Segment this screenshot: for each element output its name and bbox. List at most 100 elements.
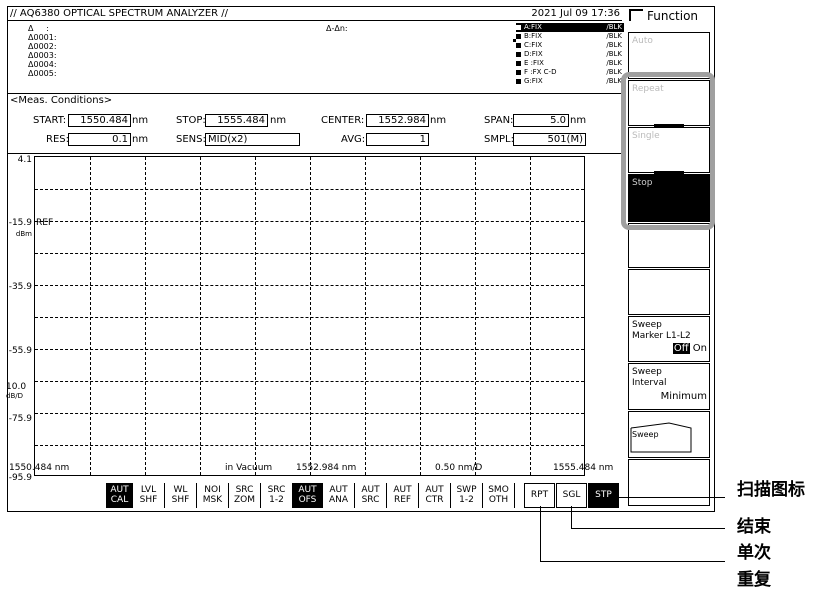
stop-unit: nm	[270, 115, 287, 126]
tool-swp-12[interactable]: SWP 1-2	[451, 483, 483, 508]
span-label: SPAN:	[484, 115, 514, 126]
tool-aut-ana[interactable]: AUT ANA	[323, 483, 355, 508]
gridline-v	[310, 157, 311, 475]
gridline-v	[255, 157, 256, 475]
gridline-v	[145, 157, 146, 475]
sens-label: SENS:	[176, 134, 206, 145]
marker-row: Δ0004:	[28, 60, 57, 69]
tool-src-zom[interactable]: SRC ZOM	[229, 483, 261, 508]
tool-src-12[interactable]: SRC 1-2	[261, 483, 293, 508]
tool-wl-shf[interactable]: WL SHF	[165, 483, 197, 508]
dbm-unit: dBm	[15, 230, 32, 238]
leader-line	[571, 506, 572, 528]
trace-item-e[interactable]: E :FIX/BLK	[516, 59, 624, 68]
leader-line	[571, 528, 725, 529]
marker-list: Δ : Δ0001: Δ0002: Δ0003: Δ0004: Δ0005:	[28, 24, 57, 78]
rpt-button[interactable]: RPT	[524, 483, 555, 508]
gridline-v	[90, 157, 91, 475]
gridline-v	[365, 157, 366, 475]
span-unit: nm	[570, 115, 587, 126]
tool-aut-ctr[interactable]: AUT CTR	[419, 483, 451, 508]
folder-tab-icon	[630, 422, 692, 453]
trace-item-f[interactable]: F :FX C-D/BLK	[516, 68, 624, 77]
x-div-label: 0.50 nm/D	[435, 463, 483, 473]
softkey-blank-3[interactable]	[628, 459, 710, 506]
gridline-v	[475, 157, 476, 475]
softkey-sweep-marker[interactable]: Sweep Marker L1-L2 Off On	[628, 316, 710, 362]
tool-aut-ref[interactable]: AUT REF	[387, 483, 419, 508]
sens-field[interactable]: MID(x2)	[205, 133, 300, 146]
trace-item-d[interactable]: D:FIX/BLK	[516, 50, 624, 59]
y-tick-label: -75.9	[8, 414, 32, 424]
stop-label: STOP:	[176, 115, 206, 126]
function-label: Function	[647, 9, 699, 23]
delta-symbol: Δ	[28, 24, 34, 33]
leader-line	[605, 497, 725, 498]
trace-item-a[interactable]: A:FIX/BLK	[516, 23, 624, 32]
tool-aut-src[interactable]: AUT SRC	[355, 483, 387, 508]
tool-aut-ofs[interactable]: AUT OFS	[293, 483, 323, 508]
start-field[interactable]: 1550.484	[68, 114, 131, 127]
annotation-single: 单次	[737, 543, 771, 563]
annotation-sweep-icon: 扫描图标	[737, 480, 805, 500]
span-field[interactable]: 5.0	[513, 114, 569, 127]
marker-row: Δ0002:	[28, 42, 57, 51]
y-tick-label: -95.9	[8, 473, 32, 483]
marker-panel: Δ : Δ0001: Δ0002: Δ0003: Δ0004: Δ0005: Δ…	[8, 21, 624, 94]
meas-conditions: <Meas. Conditions> START: 1550.484 nm ST…	[8, 93, 622, 153]
trace-item-g[interactable]: G:FIX/BLK	[516, 77, 624, 86]
trace-item-c[interactable]: C:FIX/BLK	[516, 41, 624, 50]
x-stop-label: 1555.484 nm	[553, 463, 614, 473]
softkey-sweep[interactable]: Sweep	[628, 411, 710, 458]
marker-row: Δ0005:	[28, 69, 57, 78]
function-icon	[629, 9, 643, 21]
function-button[interactable]: Function	[629, 8, 698, 23]
softkey-sweep-interval[interactable]: Sweep Interval Minimum	[628, 363, 710, 410]
smpl-label: SMPL:	[484, 134, 514, 145]
ref-label: REF	[36, 218, 54, 228]
scale-unit: dB/D	[6, 392, 23, 400]
meas-header: <Meas. Conditions>	[10, 95, 113, 106]
smpl-field[interactable]: 501(M)	[513, 133, 586, 146]
stop-field[interactable]: 1555.484	[205, 114, 268, 127]
spectrum-graph[interactable]	[34, 156, 585, 476]
trace-item-b[interactable]: B:FIX/BLK	[516, 32, 624, 41]
softkey-blank-2[interactable]	[628, 269, 710, 315]
highlight-frame	[621, 72, 715, 230]
instrument-title: // AQ6380 OPTICAL SPECTRUM ANALYZER //	[10, 8, 229, 19]
sgl-button[interactable]: SGL	[556, 483, 587, 508]
tool-aut-cal[interactable]: AUT CAL	[106, 483, 133, 508]
stp-button[interactable]: STP	[588, 483, 619, 508]
annotation-repeat: 重复	[737, 570, 771, 590]
gridline-v	[200, 157, 201, 475]
y-tick-label: -15.9	[8, 218, 32, 228]
marker-row: Δ0001:	[28, 33, 57, 42]
gridline-v	[420, 157, 421, 475]
res-field[interactable]: 0.1	[68, 133, 131, 146]
avg-label: AVG:	[341, 134, 366, 145]
leader-line	[540, 561, 725, 562]
res-label: RES:	[46, 134, 69, 145]
scale-value: 10.0	[6, 382, 27, 392]
marker-row: Δ0003:	[28, 51, 57, 60]
trace-list: A:FIX/BLK B:FIX/BLK C:FIX/BLK D:FIX/BLK …	[516, 23, 624, 86]
center-unit: nm	[430, 115, 447, 126]
annotation-stop: 结束	[737, 517, 771, 537]
leader-line	[540, 506, 541, 561]
y-tick-label: -55.9	[8, 346, 32, 356]
x-medium-label: in Vacuum	[225, 463, 273, 473]
x-start-label: 1550.484 nm	[9, 463, 70, 473]
center-field[interactable]: 1552.984	[366, 114, 429, 127]
tool-noi-msk[interactable]: NOI MSK	[197, 483, 229, 508]
divider	[8, 153, 622, 154]
gridline-v	[530, 157, 531, 475]
start-unit: nm	[132, 115, 149, 126]
toggle-on: On	[692, 343, 707, 354]
tool-smo-oth[interactable]: SMO OTH	[483, 483, 515, 508]
interval-value: Minimum	[660, 391, 707, 402]
date-time: 2021 Jul 09 17:36	[531, 8, 620, 19]
title-bar: // AQ6380 OPTICAL SPECTRUM ANALYZER // 2…	[8, 7, 622, 21]
tool-lvl-shf[interactable]: LVL SHF	[133, 483, 165, 508]
avg-field[interactable]: 1	[366, 133, 429, 146]
y-tick-label: 4.1	[17, 155, 32, 165]
